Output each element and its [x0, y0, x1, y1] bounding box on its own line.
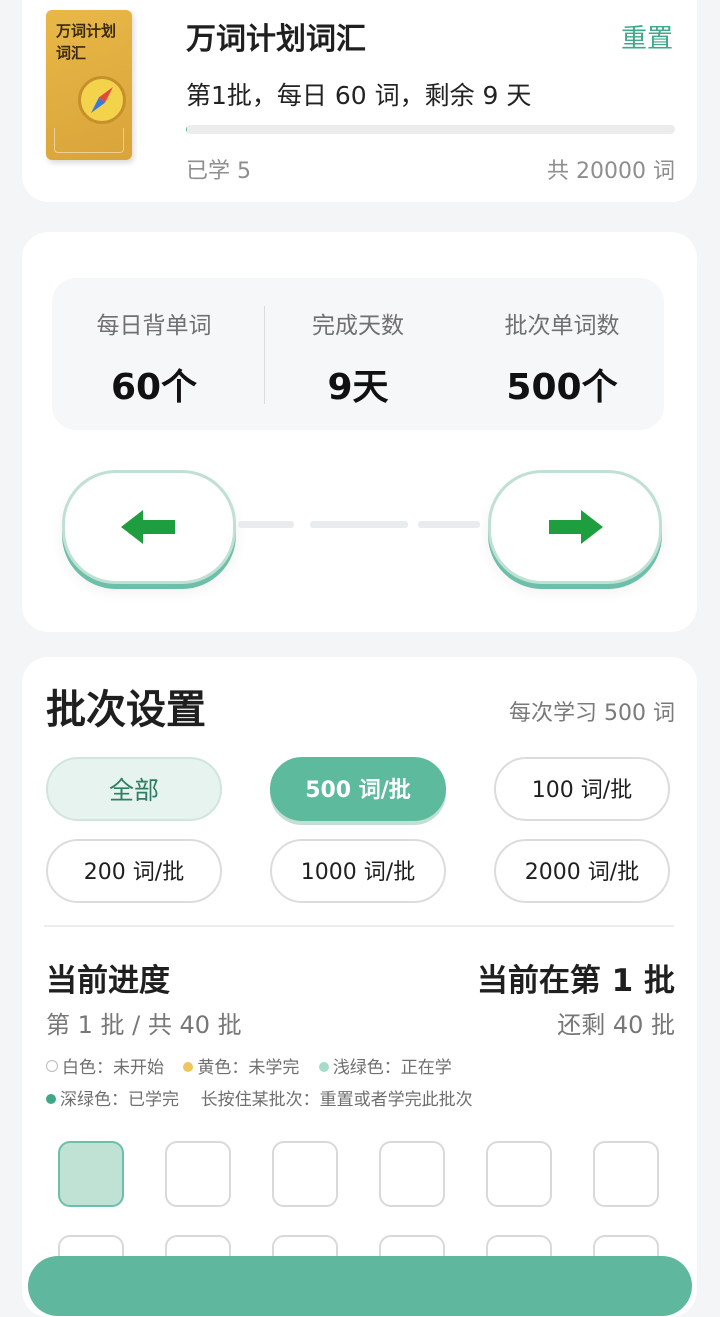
arrow-left-icon: [119, 507, 179, 547]
batch-option-500[interactable]: 500 词/批: [270, 757, 446, 821]
legend-dot: [46, 1060, 58, 1072]
batch-option-1000[interactable]: 1000 词/批: [270, 839, 446, 903]
stat-label: 批次单词数: [460, 306, 664, 340]
cover-title: 万词计划词汇: [56, 20, 126, 64]
stat-batch-words: 批次单词数 500个: [460, 306, 664, 410]
batch-cell[interactable]: [486, 1141, 552, 1207]
slider-track: [238, 521, 294, 528]
slider-track: [418, 521, 480, 528]
prev-button[interactable]: [62, 470, 236, 584]
stat-label: 每日背单词: [52, 306, 256, 340]
legend-dark-green: 深绿色：已学完 长按住某批次：重置或者学完此批次: [60, 1090, 473, 1110]
legend-dot: [183, 1062, 193, 1072]
legend-dot: [319, 1062, 329, 1072]
section-title: 批次设置: [46, 677, 206, 735]
book-card: 万词计划词汇 万词计划词汇 重置 第1批，每日 60 词，剩余 9 天 已学 5…: [22, 0, 697, 202]
progress-title: 当前进度: [46, 955, 170, 1000]
divider: [44, 925, 674, 927]
batch-cell[interactable]: [379, 1141, 445, 1207]
learned-count: 已学 5: [186, 153, 251, 185]
batch-count: 第 1 批 / 共 40 批: [46, 1005, 242, 1040]
total-words: 共 20000 词: [547, 153, 675, 185]
batch-cell[interactable]: [58, 1141, 124, 1207]
remaining-batches: 还剩 40 批: [557, 1005, 675, 1040]
legend-yellow: 黄色：未学完: [183, 1058, 299, 1078]
stat-daily-words: 每日背单词 60个: [52, 306, 256, 410]
batch-cell[interactable]: [593, 1141, 659, 1207]
stat-value: 60个: [52, 358, 256, 410]
legend-line-1: 白色：未开始 黄色：未学完 浅绿色：正在学: [46, 1053, 466, 1078]
stat-value: 9天: [256, 358, 460, 410]
batch-option-2000[interactable]: 2000 词/批: [494, 839, 670, 903]
arrow-right-icon: [545, 507, 605, 547]
book-cover[interactable]: 万词计划词汇: [46, 10, 132, 160]
reset-button[interactable]: 重置: [621, 18, 673, 55]
bottom-action-button[interactable]: [28, 1256, 692, 1316]
next-button[interactable]: [488, 470, 662, 584]
plan-summary: 第1批，每日 60 词，剩余 9 天: [186, 76, 531, 112]
stat-value: 500个: [460, 358, 664, 410]
legend-line-2: 深绿色：已学完 长按住某批次：重置或者学完此批次: [46, 1085, 473, 1110]
batch-settings-card: 批次设置 每次学习 500 词 全部 500 词/批 100 词/批 200 词…: [22, 657, 697, 1317]
cover-frame: [54, 128, 124, 153]
legend-dot: [46, 1094, 56, 1104]
legend-light-green: 浅绿色：正在学: [319, 1058, 452, 1078]
batch-option-all[interactable]: 全部: [46, 757, 222, 821]
plan-stats-card: 每日背单词 60个 完成天数 9天 批次单词数 500个: [22, 232, 697, 632]
stat-label: 完成天数: [256, 306, 460, 340]
book-progress-bar: [186, 125, 675, 134]
legend-white: 白色：未开始: [46, 1058, 164, 1078]
stat-days: 完成天数 9天: [256, 306, 460, 410]
stats-panel: 每日背单词 60个 完成天数 9天 批次单词数 500个: [52, 278, 664, 430]
batch-cell[interactable]: [272, 1141, 338, 1207]
batch-cell[interactable]: [165, 1141, 231, 1207]
batch-note: 每次学习 500 词: [509, 695, 675, 727]
current-batch: 当前在第 1 批: [477, 955, 675, 1000]
book-title: 万词计划词汇: [186, 14, 366, 58]
batch-option-100[interactable]: 100 词/批: [494, 757, 670, 821]
compass-icon: [78, 76, 126, 124]
slider-track: [310, 521, 408, 528]
batch-option-200[interactable]: 200 词/批: [46, 839, 222, 903]
